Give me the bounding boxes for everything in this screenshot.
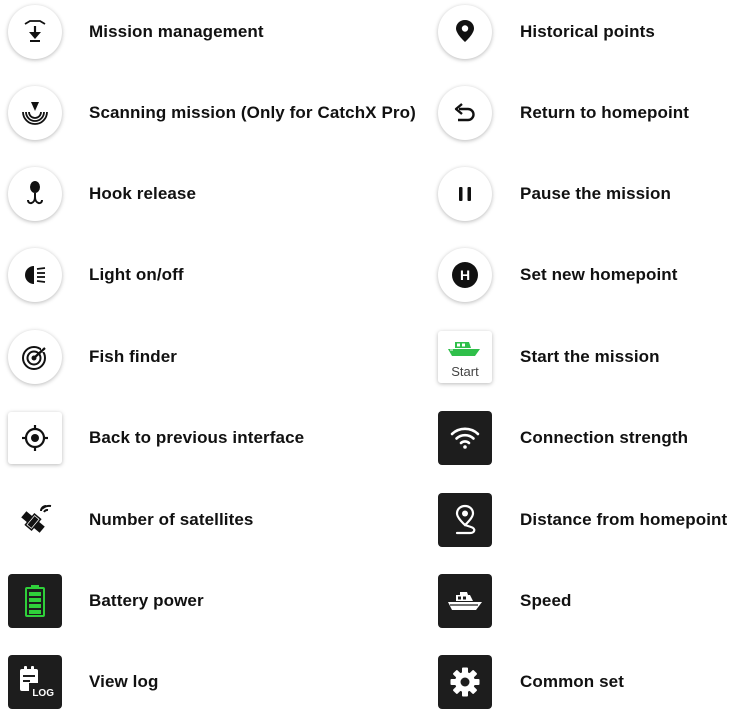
legend-row-satellites: Number of satellites — [8, 490, 254, 550]
legend-label: Fish finder — [89, 347, 177, 366]
fish-finder-icon[interactable] — [8, 330, 62, 384]
return-icon[interactable] — [438, 86, 492, 140]
legend-row-battery: Battery power — [8, 571, 204, 631]
legend-label: Distance from homepoint — [520, 510, 728, 529]
legend-row-set-homepoint: H Set new homepoint — [438, 245, 678, 305]
map-pin-icon[interactable] — [438, 5, 492, 59]
distance-icon[interactable] — [438, 493, 492, 547]
legend-label: Historical points — [520, 22, 655, 41]
wifi-icon[interactable] — [438, 411, 492, 465]
legend-row-distance: Distance from homepoint — [438, 490, 727, 550]
target-icon[interactable] — [8, 412, 62, 464]
legend-label: Battery power — [89, 591, 204, 610]
satellite-icon — [8, 493, 62, 547]
gear-icon[interactable] — [438, 655, 492, 709]
legend-row-fish-finder: Fish finder — [8, 327, 177, 387]
homepoint-letter: H — [459, 267, 471, 283]
log-icon-text: LOG — [32, 688, 54, 699]
legend-row-common-set: Common set — [438, 652, 624, 712]
legend-row-hook-release: Hook release — [8, 164, 196, 224]
legend-row-light: Light on/off — [8, 245, 184, 305]
legend-row-start-mission: Start Start the mission — [438, 327, 660, 387]
legend-label: Mission management — [89, 22, 264, 41]
legend-label: Start the mission — [520, 347, 660, 366]
legend-row-view-log: LOG View log — [8, 652, 158, 712]
hook-icon[interactable] — [8, 167, 62, 221]
light-icon[interactable] — [8, 248, 62, 302]
homepoint-badge: H — [452, 262, 478, 288]
battery-icon[interactable] — [8, 574, 62, 628]
legend-label: Connection strength — [520, 428, 689, 447]
legend-label: Light on/off — [89, 265, 184, 284]
legend-row-pause: Pause the mission — [438, 164, 671, 224]
legend-label: Back to previous interface — [89, 428, 305, 447]
legend-label: View log — [89, 672, 159, 691]
mission-management-icon[interactable] — [8, 5, 62, 59]
legend-label: Set new homepoint — [520, 265, 678, 284]
log-icon[interactable]: LOG — [8, 655, 62, 709]
legend-row-return-homepoint: Return to homepoint — [438, 83, 689, 143]
start-boat-icon[interactable]: Start — [438, 331, 492, 383]
legend-label: Speed — [520, 591, 572, 610]
legend-label: Number of satellites — [89, 510, 254, 529]
scanning-icon[interactable] — [8, 86, 62, 140]
speed-boat-icon[interactable] — [438, 574, 492, 628]
legend-label: Return to homepoint — [520, 103, 690, 122]
start-icon-text: Start — [451, 364, 479, 379]
legend-row-scanning-mission: Scanning mission (Only for CatchX Pro) — [8, 83, 416, 143]
legend-label: Hook release — [89, 184, 197, 203]
legend-row-speed: Speed — [438, 571, 572, 631]
legend-row-back: Back to previous interface — [8, 408, 304, 468]
homepoint-h-icon[interactable]: H — [438, 248, 492, 302]
legend-row-connection: Connection strength — [438, 408, 688, 468]
legend-label: Scanning mission (Only for CatchX Pro) — [89, 103, 416, 122]
legend-label: Common set — [520, 672, 624, 691]
legend-row-historical-points: Historical points — [438, 2, 655, 62]
legend-label: Pause the mission — [520, 184, 671, 203]
legend-row-mission-management: Mission management — [8, 2, 264, 62]
pause-icon[interactable] — [438, 167, 492, 221]
